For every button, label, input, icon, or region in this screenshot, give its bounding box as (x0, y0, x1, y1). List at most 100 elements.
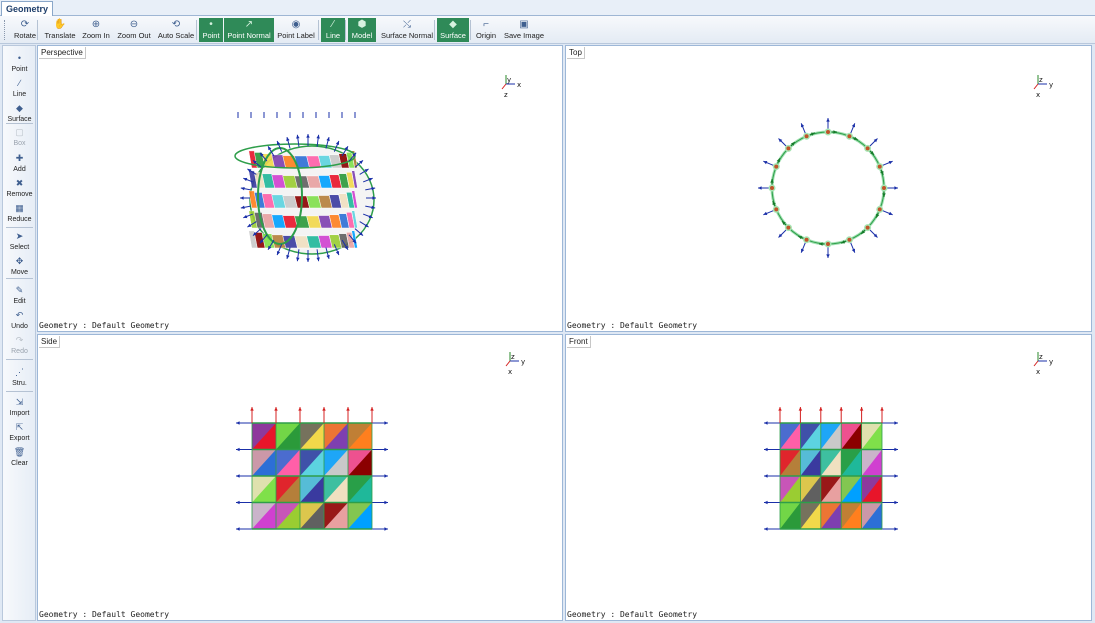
sidebar-point-button[interactable]: • Point (3, 52, 36, 76)
sidebar-box-button[interactable]: ▢ Box (3, 126, 36, 150)
hand-icon: ✋ (53, 19, 67, 30)
sidebar-undo-button[interactable]: ↶ Undo (3, 309, 36, 333)
toolbar-rotate-button[interactable]: ⟳ Rotate (12, 18, 38, 42)
side-scene: zy x (236, 352, 525, 531)
toolbar-surface-button[interactable]: ◆ Surface (437, 18, 469, 42)
select-cursor-icon: ➤ (15, 231, 24, 241)
toolbar-model-button[interactable]: ⬢ Model (348, 18, 376, 42)
geometry-point (865, 146, 870, 151)
axis-line (501, 83, 507, 90)
add-icon: ✚ (15, 153, 24, 163)
point-normal-arrow-head (764, 447, 768, 452)
sidebar-clear-button[interactable]: 🗑 Clear (3, 446, 36, 470)
toolbar-grip[interactable] (4, 20, 7, 40)
up-normal-arrow-head (274, 407, 278, 411)
toolbar-separator (434, 20, 435, 40)
up-normal-arrow-head (370, 407, 374, 411)
point-icon: • (209, 19, 213, 30)
toolbar-button-label: Zoom In (82, 31, 110, 40)
sidebar-remove-button[interactable]: ✖ Remove (3, 177, 36, 201)
viewport-front[interactable]: zy x Front Geometry : Default Geometry (565, 334, 1092, 621)
geometry-point (826, 130, 830, 134)
toolbar-button-label: Surface Normal (380, 31, 434, 40)
axis-label: z (504, 91, 508, 99)
viewport-title: Perspective (39, 47, 86, 59)
toolbar-button-label: Model (351, 31, 373, 40)
geometry-point (877, 207, 882, 212)
toolbar-button-label: Save Image (503, 31, 545, 40)
axis-label: x (1036, 91, 1040, 99)
toolbar-separator (318, 20, 319, 40)
zoom-out-icon: ⊖ (129, 19, 139, 30)
toolbar-point-button[interactable]: • Point (199, 18, 223, 42)
sidebar-export-button[interactable]: ⇱ Export (3, 421, 36, 445)
toolbar-button-label: Rotate (13, 31, 37, 40)
viewport-side[interactable]: zy x Side Geometry : Default Geometry (37, 334, 563, 621)
point-normal-arrow-head (384, 500, 388, 505)
toolbar-point-normal-button[interactable]: ↗ Point Normal (224, 18, 274, 42)
geometry-point (865, 225, 870, 230)
point-normal-arrow-head (384, 474, 388, 478)
sidebar-stru-button[interactable]: ⋰ Stru. (3, 366, 36, 390)
toolbar-translate-button[interactable]: ✋ Translate (42, 18, 78, 42)
toolbar-point-label-button[interactable]: ◉ Point Label (274, 18, 318, 42)
sidebar-line-button[interactable]: ∕ Line (3, 77, 36, 101)
sidebar-reduce-button[interactable]: ▦ Reduce (3, 202, 36, 226)
sidebar-button-label: Export (9, 435, 30, 442)
geometry-point (786, 146, 791, 151)
up-normal-arrow-head (839, 407, 843, 411)
sidebar-redo-button[interactable]: ↷ Redo (3, 334, 36, 358)
sidebar-button-label: Remove (6, 191, 33, 198)
toolbar-separator (470, 20, 471, 40)
toolbar-save-image-button[interactable]: ▣ Save Image (502, 18, 546, 42)
geometry-point (826, 242, 830, 246)
toolbar-surface-normal-button[interactable]: ⤯ Surface Normal (379, 18, 435, 42)
toolbar-button-label: Auto Scale (157, 31, 195, 40)
perspective-scene: yx z (234, 75, 521, 262)
toolbar-auto-scale-button[interactable]: ⟲ Auto Scale (156, 18, 196, 42)
sidebar-separator (6, 391, 33, 392)
point-normal-arrow-head (236, 500, 240, 505)
sidebar: • Point ∕ Line ◆ Surface ▢ Box ✚ Add ✖ Remove ▦ Reduc… (2, 45, 36, 621)
point-normal-arrow-head (384, 527, 388, 531)
axis-triad-icon: yx z (501, 75, 521, 99)
axis-label: x (517, 81, 521, 89)
point-normal-arrow-head (894, 447, 898, 452)
viewport-top[interactable]: zy x Top Geometry : Default Geometry (565, 45, 1092, 332)
toolbar-zoom-out-button[interactable]: ⊖ Zoom Out (114, 18, 154, 42)
point-normal-arrow-head (894, 186, 898, 190)
viewport-footer: Geometry : Default Geometry (39, 321, 170, 330)
viewport-perspective[interactable]: yx z Perspective Geometry : Default Geome… (37, 45, 563, 332)
point-normal-arrow-head (236, 421, 240, 425)
edit-icon: ✎ (15, 285, 24, 295)
front-scene: zy x (764, 352, 1053, 531)
structure-icon: ⋰ (15, 367, 24, 377)
up-normal-arrow-head (250, 407, 254, 411)
box-icon: ▢ (15, 127, 24, 137)
sidebar-move-button[interactable]: ✥ Move (3, 255, 36, 279)
sidebar-select-button[interactable]: ➤ Select (3, 230, 36, 254)
toolbar-button-label: Point (202, 31, 220, 40)
up-normal-arrow-head (778, 407, 782, 411)
export-icon: ⇱ (15, 422, 24, 432)
toolbar-button-label: Point Normal (227, 31, 271, 40)
sidebar-button-label: Edit (13, 298, 26, 305)
toolbar-button-label: Point Label (277, 31, 315, 40)
line-icon: ∕ (18, 78, 21, 88)
up-normal-arrow-head (819, 407, 823, 411)
toolbar-origin-button[interactable]: ⌐ Origin (473, 18, 499, 42)
up-normal-arrow-head (346, 407, 350, 411)
up-normal-arrow-head (880, 407, 884, 411)
sidebar-edit-button[interactable]: ✎ Edit (3, 284, 36, 308)
toolbar-line-button[interactable]: ∕ Line (321, 18, 345, 42)
sidebar-button-label: Clear (11, 460, 28, 467)
tab-geometry[interactable]: Geometry (1, 1, 54, 16)
point-normal-arrow-head (306, 258, 310, 262)
undo-icon: ↶ (15, 310, 24, 320)
sidebar-import-button[interactable]: ⇲ Import (3, 396, 36, 420)
sidebar-add-button[interactable]: ✚ Add (3, 152, 36, 176)
geometry-point (877, 164, 882, 169)
model-icon: ⬢ (357, 19, 367, 30)
viewport-footer: Geometry : Default Geometry (567, 610, 698, 619)
toolbar-zoom-in-button[interactable]: ⊕ Zoom In (80, 18, 112, 42)
